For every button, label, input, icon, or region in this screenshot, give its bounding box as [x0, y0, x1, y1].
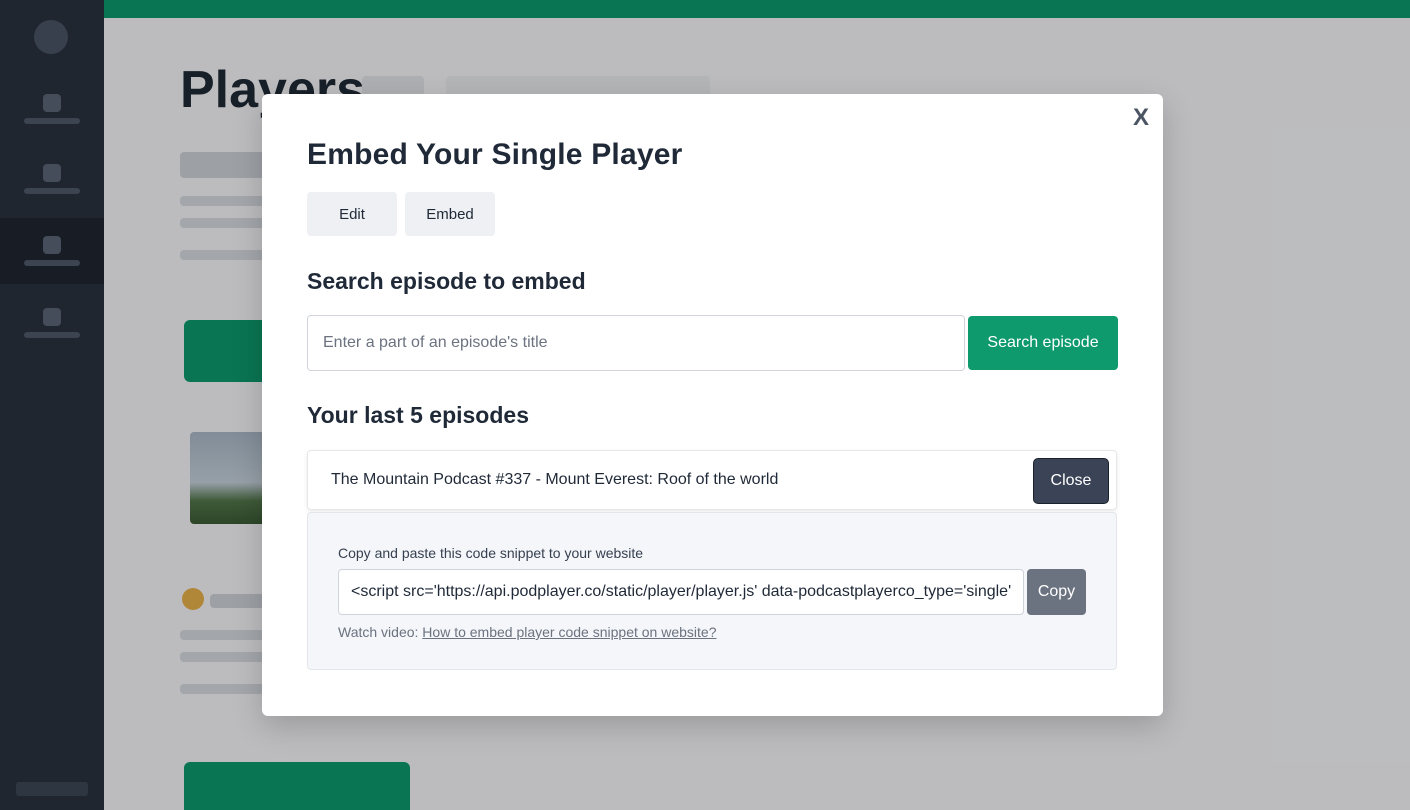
search-episode-button[interactable]: Search episode	[968, 316, 1118, 370]
last-episodes-heading: Your last 5 episodes	[307, 402, 529, 428]
tab-bar: Edit Embed	[307, 192, 495, 236]
modal-close-button[interactable]: X	[1133, 106, 1149, 130]
watch-video-prefix: Watch video:	[338, 624, 419, 640]
embed-code-panel: Copy and paste this code snippet to your…	[307, 512, 1117, 670]
watch-video-line: Watch video: How to embed player code sn…	[338, 624, 716, 640]
copy-button[interactable]: Copy	[1027, 569, 1086, 615]
embed-code-field[interactable]	[338, 569, 1024, 615]
embed-modal: X Embed Your Single Player Edit Embed Se…	[262, 94, 1163, 716]
episode-title: The Mountain Podcast #337 - Mount Everes…	[331, 471, 779, 488]
search-heading: Search episode to embed	[307, 268, 586, 294]
episode-search-input[interactable]	[307, 315, 965, 371]
episode-close-button[interactable]: Close	[1033, 458, 1109, 504]
embed-tutorial-link[interactable]: How to embed player code snippet on webs…	[422, 624, 716, 640]
embed-instruction: Copy and paste this code snippet to your…	[338, 545, 644, 561]
episode-row: The Mountain Podcast #337 - Mount Everes…	[307, 450, 1117, 510]
tab-edit[interactable]: Edit	[307, 192, 397, 236]
tab-embed[interactable]: Embed	[405, 192, 495, 236]
modal-title: Embed Your Single Player	[307, 138, 683, 171]
